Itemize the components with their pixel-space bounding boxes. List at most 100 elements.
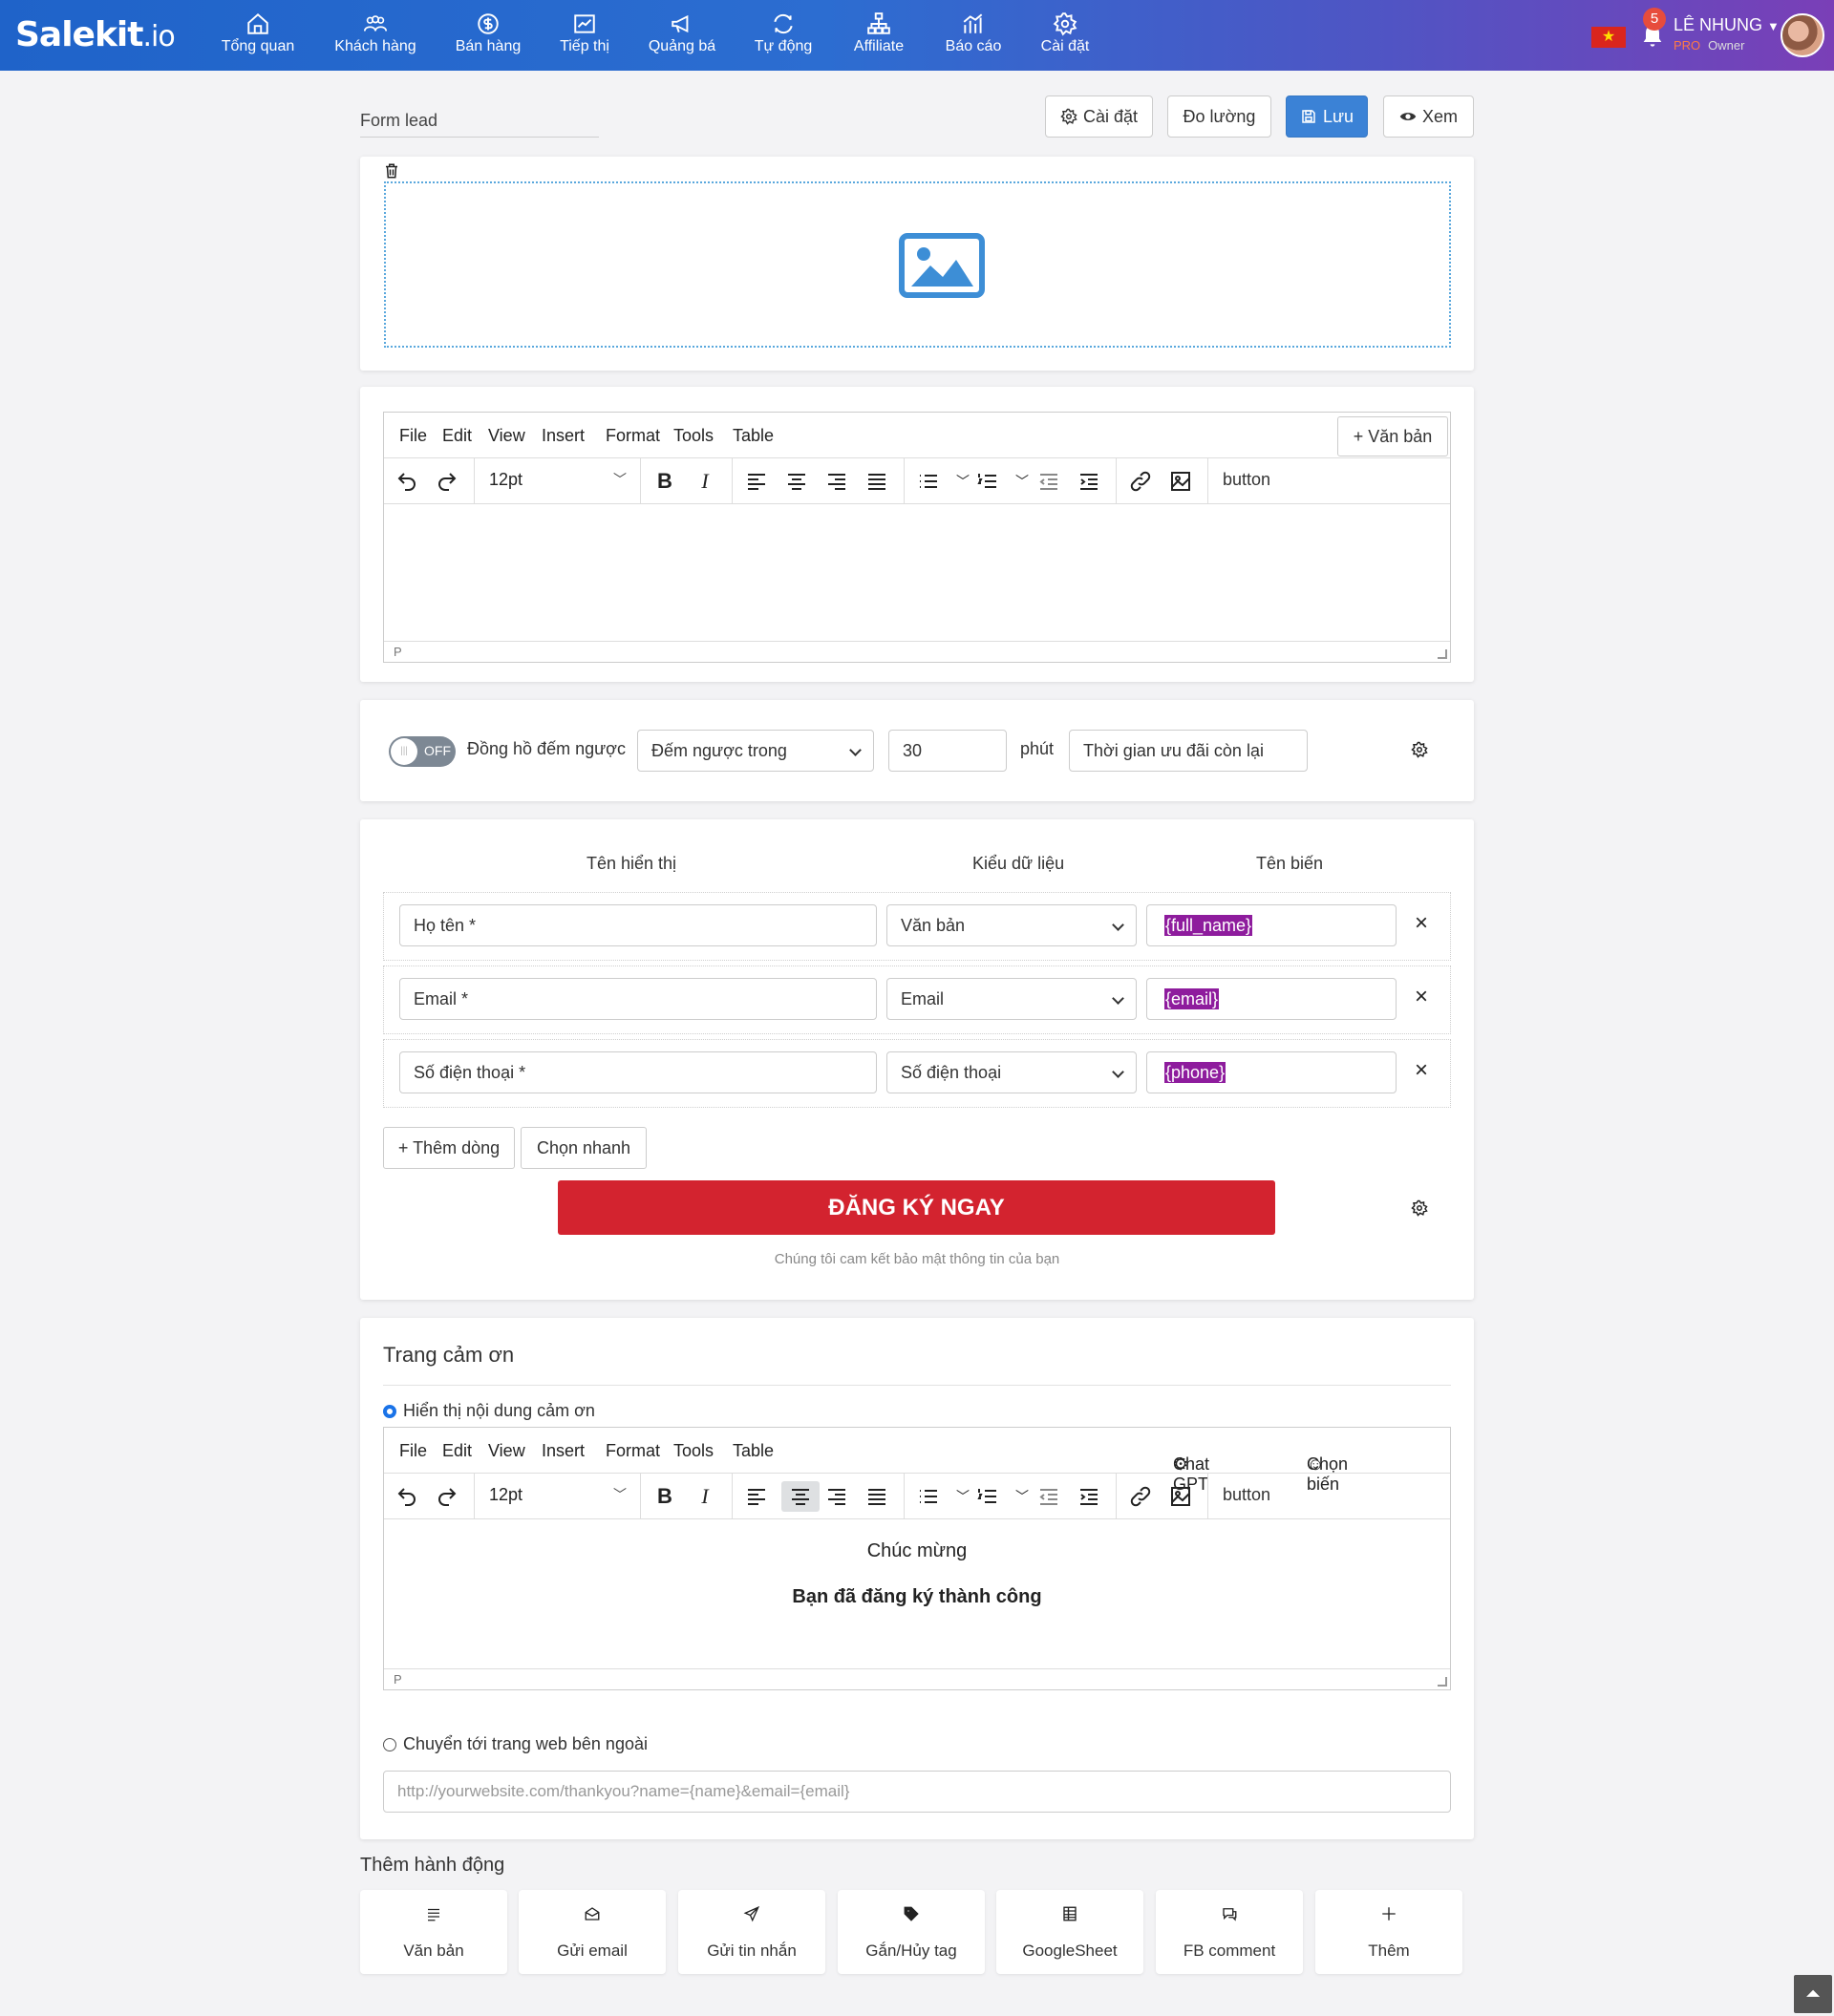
avatar[interactable] [1781, 13, 1824, 57]
nav-tiep-thi[interactable]: Tiếp thị [554, 11, 615, 65]
menu-insert[interactable]: Insert [542, 1441, 585, 1461]
action-send-email[interactable]: Gửi email [519, 1890, 666, 1974]
justify-icon[interactable] [862, 1481, 892, 1512]
menu-view[interactable]: View [488, 1441, 525, 1461]
field-variable-input[interactable]: {phone} [1146, 1051, 1397, 1093]
countdown-toggle[interactable]: ||| OFF [389, 736, 456, 767]
submit-cta-button[interactable]: ĐĂNG KÝ NGAY [558, 1180, 1275, 1235]
indent-icon[interactable] [1074, 466, 1104, 497]
save-button[interactable]: Lưu [1286, 95, 1368, 138]
align-center-icon[interactable] [781, 466, 812, 497]
insert-image-icon[interactable] [1165, 1481, 1196, 1512]
align-right-icon[interactable] [821, 466, 852, 497]
nav-quang-ba[interactable]: Quảng bá [646, 11, 718, 65]
nav-tu-dong[interactable]: Tự động [751, 11, 816, 65]
italic-icon[interactable]: I [690, 466, 720, 497]
redo-icon[interactable] [432, 1481, 462, 1512]
editor-content[interactable] [384, 504, 1450, 641]
form-name-input[interactable]: Form lead [360, 111, 599, 138]
redo-icon[interactable] [432, 466, 462, 497]
resize-handle[interactable] [1438, 1677, 1447, 1687]
remove-row-icon[interactable]: × [1415, 910, 1428, 937]
countdown-minutes-input[interactable]: 30 [888, 730, 1007, 772]
italic-icon[interactable]: I [690, 1481, 720, 1512]
button-plugin[interactable]: button [1223, 1485, 1270, 1505]
countdown-mode-select[interactable]: Đếm ngược trong [637, 730, 874, 772]
align-center-icon[interactable] [781, 1481, 820, 1512]
view-button[interactable]: Xem [1383, 95, 1474, 138]
menu-tools[interactable]: Tools [673, 1441, 714, 1461]
menu-edit[interactable]: Edit [442, 1441, 472, 1461]
add-row-button[interactable]: + Thêm dòng [383, 1127, 515, 1169]
trash-icon[interactable] [383, 162, 400, 180]
remove-row-icon[interactable]: × [1415, 1057, 1428, 1084]
settings-button[interactable]: Cài đặt [1045, 95, 1153, 138]
redirect-url-input[interactable]: http://yourwebsite.com/thankyou?name={na… [383, 1771, 1451, 1813]
gear-icon[interactable] [1411, 741, 1428, 758]
bullet-list-icon[interactable] [913, 466, 944, 497]
action-tag[interactable]: Gắn/Hủy tag [838, 1890, 985, 1974]
undo-icon[interactable] [392, 1481, 422, 1512]
indent-icon[interactable] [1074, 1481, 1104, 1512]
field-type-select[interactable]: Email [886, 978, 1137, 1020]
action-send-message[interactable]: Gửi tin nhắn [678, 1890, 825, 1974]
resize-handle[interactable] [1438, 649, 1447, 659]
editor-content[interactable]: Chúc mừng Bạn đã đăng ký thành công [384, 1519, 1450, 1668]
add-text-button[interactable]: + Văn bản [1337, 416, 1448, 456]
field-variable-input[interactable]: {email} [1146, 978, 1397, 1020]
nav-cai-dat[interactable]: Cài đặt [1035, 11, 1095, 65]
outdent-icon[interactable] [1034, 466, 1064, 497]
menu-table[interactable]: Table [733, 1441, 774, 1461]
vietnam-flag-icon[interactable]: ★ [1591, 27, 1626, 48]
link-icon[interactable] [1125, 466, 1156, 497]
menu-tools[interactable]: Tools [673, 426, 714, 446]
font-size-select[interactable]: 12pt [489, 1485, 522, 1505]
countdown-text-input[interactable]: Thời gian ưu đãi còn lại [1069, 730, 1308, 772]
justify-icon[interactable] [862, 466, 892, 497]
nav-tong-quan[interactable]: Tổng quan [218, 11, 298, 65]
align-left-icon[interactable] [741, 1481, 772, 1512]
show-content-radio[interactable] [383, 1405, 396, 1418]
menu-format[interactable]: Format [606, 1441, 660, 1461]
numbered-list-icon[interactable] [972, 1481, 1003, 1512]
bullet-list-icon[interactable] [913, 1481, 944, 1512]
undo-icon[interactable] [392, 466, 422, 497]
menu-table[interactable]: Table [733, 426, 774, 446]
action-more[interactable]: Thêm [1315, 1890, 1462, 1974]
nav-khach-hang[interactable]: Khách hàng [332, 11, 418, 65]
remove-row-icon[interactable]: × [1415, 984, 1428, 1010]
nav-bao-cao[interactable]: Báo cáo [942, 11, 1005, 65]
scroll-top-icon[interactable]: ⏶ [1794, 1975, 1832, 2013]
font-size-select[interactable]: 12pt [489, 470, 522, 490]
menu-file[interactable]: File [399, 426, 427, 446]
numbered-list-icon[interactable] [972, 466, 1003, 497]
action-fb-comment[interactable]: FB comment [1156, 1890, 1303, 1974]
menu-edit[interactable]: Edit [442, 426, 472, 446]
field-variable-input[interactable]: {full_name} [1146, 904, 1397, 946]
field-type-select[interactable]: Số điện thoại [886, 1051, 1137, 1093]
quick-pick-button[interactable]: Chọn nhanh [521, 1127, 647, 1169]
gear-icon[interactable] [1411, 1199, 1428, 1217]
user-menu[interactable]: LÊ NHUNG ▼ [1674, 15, 1780, 35]
bold-icon[interactable]: B [650, 466, 680, 497]
menu-format[interactable]: Format [606, 426, 660, 446]
menu-view[interactable]: View [488, 426, 525, 446]
button-plugin[interactable]: button [1223, 470, 1270, 490]
align-right-icon[interactable] [821, 1481, 852, 1512]
outdent-icon[interactable] [1034, 1481, 1064, 1512]
action-text[interactable]: Văn bản [360, 1890, 507, 1974]
field-display-input[interactable]: Họ tên * [399, 904, 877, 946]
nav-affiliate[interactable]: Affiliate [846, 11, 911, 65]
action-googlesheet[interactable]: GoogleSheet [996, 1890, 1143, 1974]
image-dropzone[interactable] [384, 181, 1451, 348]
nav-ban-hang[interactable]: Bán hàng [453, 11, 523, 65]
link-icon[interactable] [1125, 1481, 1156, 1512]
align-left-icon[interactable] [741, 466, 772, 497]
brand-logo[interactable]: Salekit.io [15, 15, 176, 54]
field-display-input[interactable]: Email * [399, 978, 877, 1020]
field-display-input[interactable]: Số điện thoại * [399, 1051, 877, 1093]
insert-image-icon[interactable] [1165, 466, 1196, 497]
menu-insert[interactable]: Insert [542, 426, 585, 446]
menu-file[interactable]: File [399, 1441, 427, 1461]
field-type-select[interactable]: Văn bản [886, 904, 1137, 946]
